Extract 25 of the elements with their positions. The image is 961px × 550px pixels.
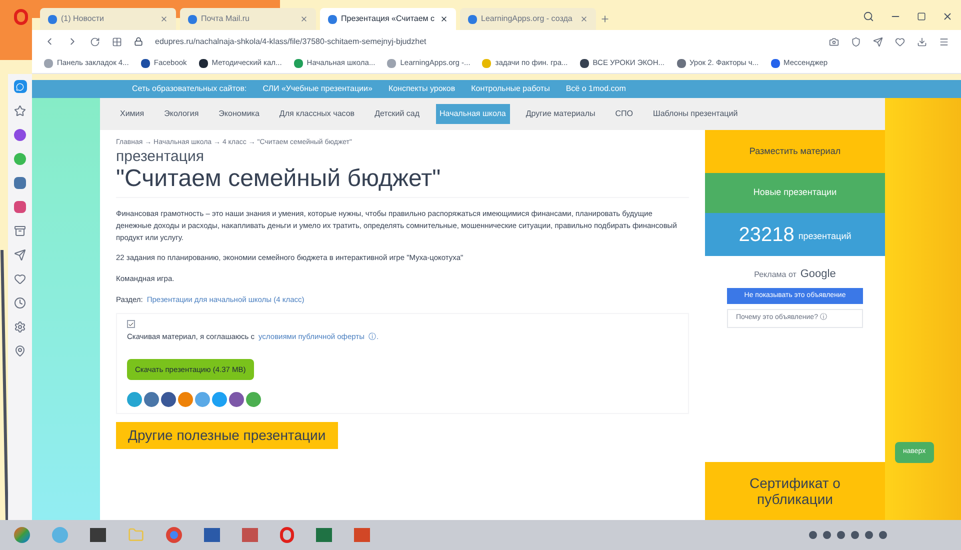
nav-link[interactable]: Шаблоны презентаций — [649, 104, 742, 124]
nav-link[interactable]: Экология — [160, 104, 203, 124]
presentation-count: 23218 — [738, 222, 794, 248]
certificate-banner[interactable]: Сертификат о публикации — [705, 462, 885, 520]
ad-brand: Google — [800, 267, 836, 282]
count-label: презентаций — [798, 230, 852, 244]
tab-title: LearningApps.org - созда — [481, 13, 574, 25]
browser-tab[interactable]: (1) Новости — [40, 8, 176, 30]
section-heading: Другие полезные презентации — [116, 422, 338, 449]
browser-tab[interactable]: LearningApps.org - созда — [460, 8, 596, 30]
subtitle: презентация — [116, 148, 205, 164]
nav-link[interactable]: Детский сад — [370, 104, 424, 124]
nav-link[interactable]: СПО — [611, 104, 638, 124]
ad-label: Реклама от — [754, 269, 796, 281]
browser-tab[interactable]: Почта Mail.ru — [180, 8, 316, 30]
nav-link[interactable]: Экономика — [214, 104, 264, 124]
post-material-button[interactable]: Разместить материал — [705, 130, 885, 173]
tab-title: (1) Новости — [61, 13, 105, 25]
tab-title: Презентация «Считаем с — [341, 13, 436, 25]
tab-title: Почта Mail.ru — [201, 13, 250, 25]
browser-tab[interactable]: Презентация «Считаем с — [320, 8, 456, 30]
page-title: "Считаем семейный бюджет" — [116, 164, 689, 198]
nav-link[interactable]: Для классных часов — [275, 104, 359, 124]
nav-link[interactable]: Другие материалы — [522, 104, 600, 124]
nav-link[interactable]: Химия — [116, 104, 148, 124]
